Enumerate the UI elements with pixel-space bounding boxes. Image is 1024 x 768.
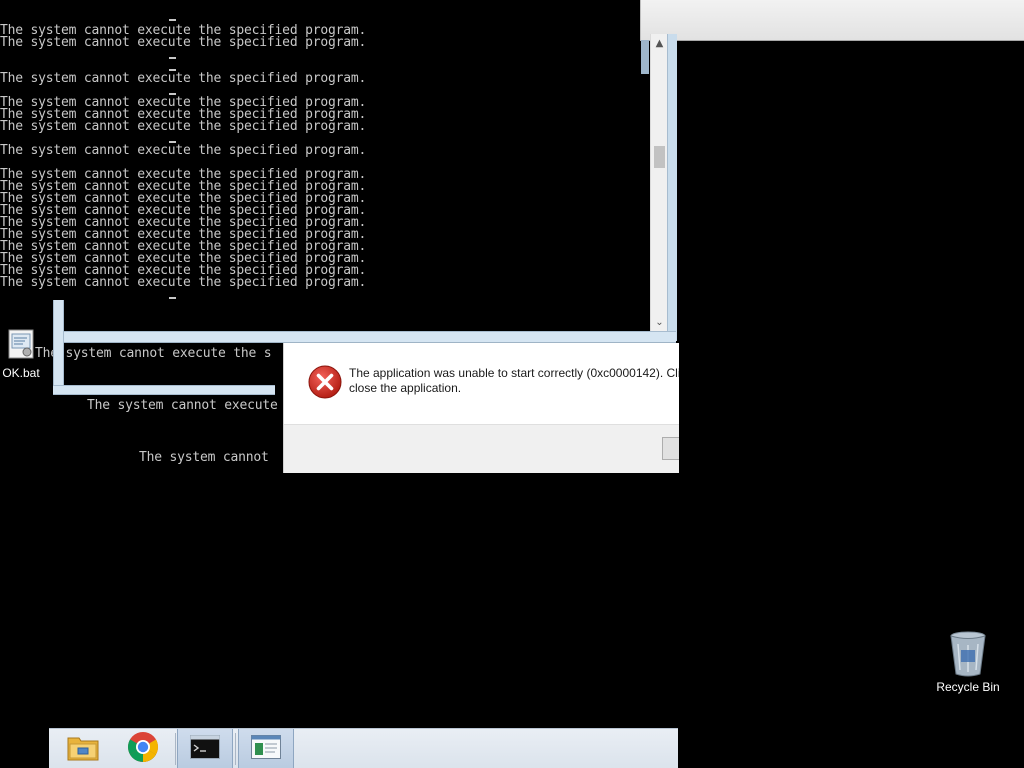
- scroll-up-arrow-icon[interactable]: ▲: [651, 36, 668, 52]
- window-border-bottom: [55, 331, 676, 343]
- cursor-mark: [169, 141, 176, 143]
- taskbar-chrome[interactable]: [117, 729, 169, 768]
- cursor-mark: [169, 57, 176, 59]
- taskbar: [49, 728, 678, 768]
- desktop-icon-label: Recycle Bin: [936, 680, 1000, 694]
- console-scrollbar[interactable]: ▲ ⌄: [650, 34, 668, 331]
- taskbar-file-explorer[interactable]: [57, 729, 109, 768]
- dialog-message-line: close the application.: [349, 381, 462, 395]
- scrollbar-thumb[interactable]: [654, 146, 665, 168]
- chrome-icon: [127, 731, 159, 767]
- window-titlebar-fragment: [640, 0, 1024, 41]
- cursor-mark: [169, 297, 176, 299]
- window-border-fragment: [53, 300, 64, 394]
- console-line: The system cannot execute the specified …: [0, 275, 367, 290]
- cursor-mark: [169, 19, 176, 21]
- error-icon: [308, 365, 342, 399]
- dialog-footer: OK: [284, 424, 679, 473]
- batch-file-icon: [5, 328, 37, 360]
- scroll-down-arrow-icon[interactable]: ⌄: [651, 315, 668, 331]
- desktop-icon-label: OK.bat: [2, 366, 40, 380]
- folder-icon: [67, 733, 99, 765]
- console-line: The system cannot execute the specified …: [0, 143, 367, 158]
- taskbar-window-app[interactable]: [238, 729, 294, 768]
- recycle-bin-icon: [948, 630, 988, 678]
- error-dialog: The application was unable to start corr…: [283, 343, 679, 473]
- window-edge-fragment: [641, 40, 649, 74]
- cmd-icon: [190, 735, 220, 763]
- window-icon: [251, 735, 281, 763]
- cursor-mark: [169, 93, 176, 95]
- taskbar-command-prompt[interactable]: [177, 729, 233, 768]
- console-line: The system cannot execute the specified …: [0, 35, 367, 50]
- ghost-console-line: The system cannot execute: [87, 398, 278, 413]
- dialog-message-line: The application was unable to start corr…: [349, 366, 679, 380]
- ghost-console-line: The system cannot: [139, 450, 269, 465]
- okbat-desktop-icon[interactable]: OK.bat: [0, 322, 42, 380]
- ok-button[interactable]: OK: [662, 437, 679, 460]
- dialog-body: The application was unable to start corr…: [284, 343, 679, 424]
- ghost-console-line: The system cannot execute the s: [35, 346, 272, 361]
- cursor-mark: [169, 69, 176, 71]
- console-line: The system cannot execute the specified …: [0, 71, 367, 86]
- console-line: The system cannot execute the specified …: [0, 119, 367, 134]
- dialog-message: The application was unable to start corr…: [349, 366, 679, 396]
- window-border-fragment: [53, 385, 275, 395]
- window-border-right: [667, 34, 677, 341]
- recycle-bin-desktop-icon[interactable]: Recycle Bin: [932, 630, 1004, 694]
